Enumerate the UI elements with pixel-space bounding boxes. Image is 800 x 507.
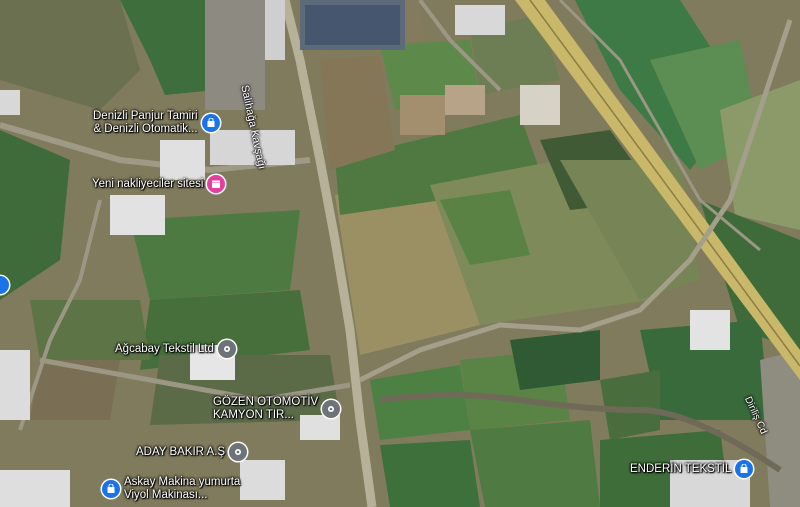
poi-denizli-panjur[interactable]: Denizli Panjur Tamiri & Denizli Otomatik… [93,110,220,136]
shopping-bag-icon[interactable] [201,114,220,132]
poi-label: ENDERİN TEKSTİL [630,462,732,475]
place-icon[interactable] [322,400,341,418]
place-icon[interactable] [217,340,236,358]
poi-agcabay[interactable]: Ağcabay Tekstil Ltd [115,340,236,358]
place-icon[interactable] [229,443,248,461]
shopping-bag-icon[interactable] [735,460,754,478]
store-icon[interactable] [207,175,226,193]
poi-label: Askay Makina yumurta [124,476,241,488]
poi-label-line2: Viyol Makinası... [124,489,208,501]
poi-label: Yeni nakliyeciler sitesi [92,177,204,190]
satellite-map[interactable]: Salihağa Kavşağı Diriliş Cd Denizli Panj… [0,0,800,507]
poi-label: Denizli Panjur Tamiri [93,110,198,122]
poi-askay[interactable]: Askay Makina yumurta Viyol Makinası... [102,476,240,502]
poi-gozen[interactable]: GÖZEN OTOMOTİV KAMYON TIR... [213,396,341,422]
poi-label-line2: KAMYON TIR... [213,409,294,421]
poi-label: GÖZEN OTOMOTİV [213,396,319,408]
satellite-imagery [0,0,800,507]
shopping-bag-icon[interactable] [102,480,120,498]
poi-enderin[interactable]: ENDERİN TEKSTİL [630,460,754,478]
poi-label-line2: & Denizli Otomatik... [93,123,198,135]
poi-label: Ağcabay Tekstil Ltd [115,342,214,355]
poi-yeni-nakliyeciler[interactable]: Yeni nakliyeciler sitesi [92,175,226,193]
poi-label: ADAY BAKIR A.Ş [136,445,226,458]
poi-aday-bakir[interactable]: ADAY BAKIR A.Ş [136,443,248,461]
